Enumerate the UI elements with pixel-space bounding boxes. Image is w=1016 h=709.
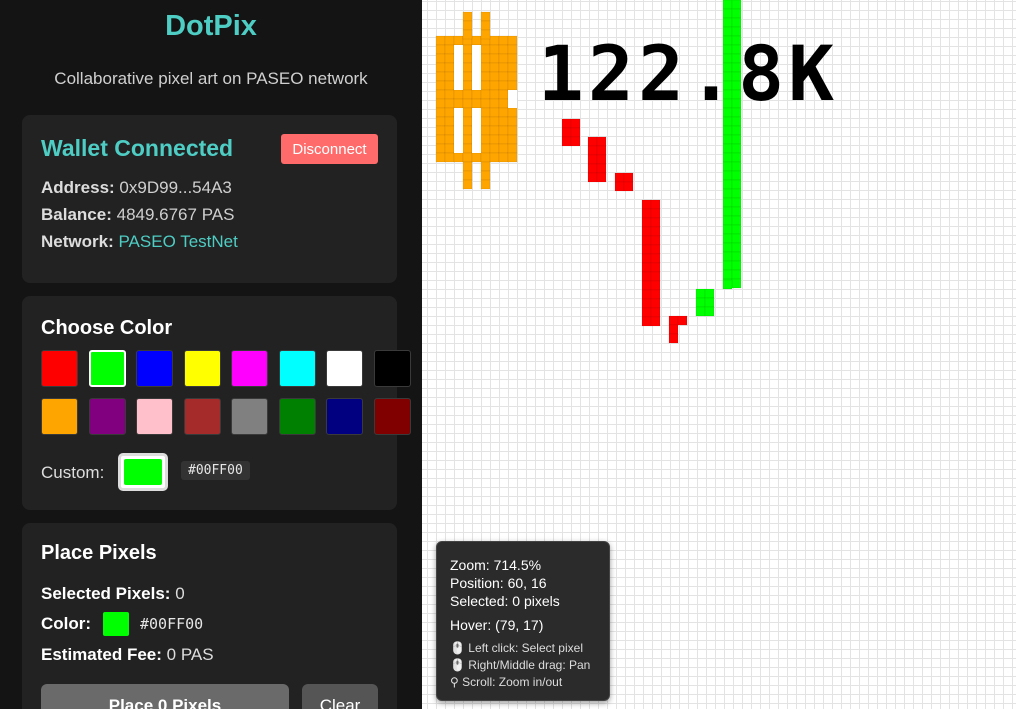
color-swatch[interactable] xyxy=(183,398,221,435)
color-swatch[interactable] xyxy=(278,398,316,435)
sidebar: DotPix Collaborative pixel art on PASEO … xyxy=(0,0,422,709)
bitcoin-pixel-bottom-left xyxy=(462,161,473,190)
bitcoin-gap xyxy=(454,45,463,90)
address-label: Address: xyxy=(41,178,115,197)
color-swatch[interactable] xyxy=(41,350,78,387)
estimated-fee-row: Estimated Fee: 0 PAS xyxy=(41,645,214,665)
network-value: PASEO TestNet xyxy=(118,232,238,251)
selected-readout: Selected: 0 pixels xyxy=(450,593,560,609)
bitcoin-gap xyxy=(454,108,463,153)
app-subtitle: Collaborative pixel art on PASEO network xyxy=(54,69,368,88)
custom-color-preview xyxy=(124,459,162,485)
network-label: Network: xyxy=(41,232,114,251)
help-scroll-zoom: ⚲ Scroll: Zoom in/out xyxy=(450,675,563,689)
color-swatch[interactable] xyxy=(88,398,126,435)
red-candle-3 xyxy=(614,172,634,192)
bitcoin-gap xyxy=(508,90,517,108)
color-swatch-grid xyxy=(41,350,415,435)
bitcoin-gap xyxy=(472,45,481,90)
color-swatch[interactable] xyxy=(136,350,173,387)
bitcoin-pixel-bottom-right xyxy=(480,161,491,190)
selected-pixels-row: Selected Pixels: 0 xyxy=(41,584,185,604)
red-candle-1 xyxy=(561,118,581,147)
clear-button[interactable]: Clear xyxy=(302,684,378,709)
disconnect-button[interactable]: Disconnect xyxy=(281,134,378,164)
selected-pixels-label: Selected Pixels: xyxy=(41,584,171,603)
color-label: Color: xyxy=(41,614,92,633)
canvas-info-overlay: Zoom: 714.5% Position: 60, 16 Selected: … xyxy=(436,541,610,701)
color-picker-card: Choose Color Custom: #00FF00 xyxy=(22,296,411,510)
balance-label: Balance: xyxy=(41,205,112,224)
place-pixels-title: Place Pixels xyxy=(41,542,157,564)
choose-color-title: Choose Color xyxy=(41,317,173,339)
help-drag-pan: 🖱️ Right/Middle drag: Pan xyxy=(450,658,591,672)
color-swatch[interactable] xyxy=(41,398,78,435)
app-title: DotPix xyxy=(165,10,257,42)
network-row: Network: PASEO TestNet xyxy=(41,232,238,252)
bitcoin-pixel-top-right xyxy=(480,11,491,40)
hover-readout: Hover: (79, 17) xyxy=(450,617,544,633)
red-candle-5b xyxy=(668,324,679,344)
address-row: Address: 0x9D99...54A3 xyxy=(41,178,232,198)
balance-value: 4849.6767 PAS xyxy=(116,205,235,224)
color-swatch[interactable] xyxy=(326,398,363,435)
color-swatch[interactable] xyxy=(278,350,316,387)
estimated-fee-label: Estimated Fee: xyxy=(41,645,162,664)
wallet-card: Wallet Connected Disconnect Address: 0x9… xyxy=(22,115,397,283)
price-pixel-text: 122.8K xyxy=(538,29,834,118)
custom-color-hex: #00FF00 xyxy=(181,461,250,480)
color-swatch[interactable] xyxy=(231,398,268,435)
bitcoin-gap xyxy=(472,108,481,153)
red-candle-2 xyxy=(587,136,607,183)
estimated-fee-value: 0 PAS xyxy=(166,645,214,664)
color-swatch[interactable] xyxy=(373,350,411,387)
green-candle-2b xyxy=(722,279,733,290)
bitcoin-pixel-top-left xyxy=(462,11,473,40)
color-swatch[interactable] xyxy=(88,350,126,387)
position-readout: Position: 60, 16 xyxy=(450,575,547,591)
place-pixels-button[interactable]: Place 0 Pixels xyxy=(41,684,289,709)
custom-color-input[interactable] xyxy=(118,453,168,491)
place-pixels-card: Place Pixels Selected Pixels: 0 Color: #… xyxy=(22,523,397,709)
current-color-box xyxy=(103,612,129,636)
current-color-hex: #00FF00 xyxy=(140,615,204,633)
color-row: Color: xyxy=(41,614,91,634)
color-swatch[interactable] xyxy=(183,350,221,387)
balance-row: Balance: 4849.6767 PAS xyxy=(41,205,234,225)
green-candle-2 xyxy=(722,0,742,289)
wallet-status-title: Wallet Connected xyxy=(41,135,234,161)
help-left-click: 🖱️ Left click: Select pixel xyxy=(450,641,583,655)
green-candle-1 xyxy=(695,288,715,317)
color-swatch[interactable] xyxy=(373,398,411,435)
zoom-readout: Zoom: 714.5% xyxy=(450,557,542,573)
selected-pixels-value: 0 xyxy=(175,584,185,603)
color-swatch[interactable] xyxy=(136,398,173,435)
red-candle-5 xyxy=(668,315,688,326)
color-swatch[interactable] xyxy=(231,350,268,387)
custom-color-label: Custom: xyxy=(41,463,105,482)
color-swatch[interactable] xyxy=(326,350,363,387)
address-value: 0x9D99...54A3 xyxy=(119,178,232,197)
red-candle-4 xyxy=(641,199,661,327)
